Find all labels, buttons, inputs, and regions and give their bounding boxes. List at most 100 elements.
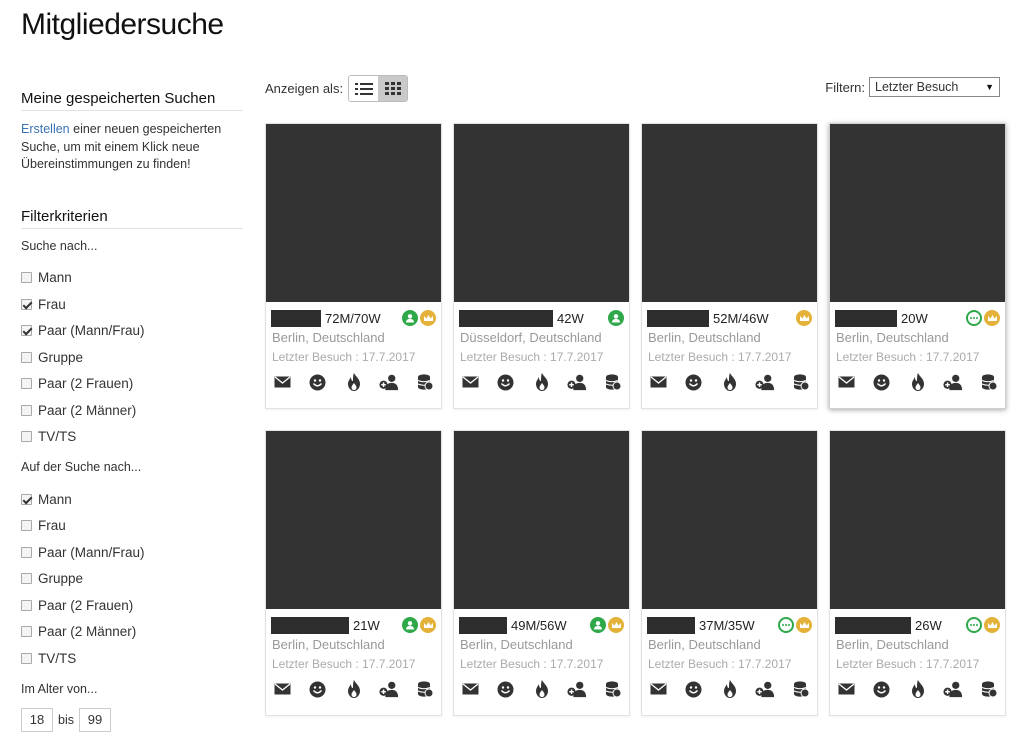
flame-icon[interactable] [720,680,740,698]
crown-icon [984,310,1000,326]
member-card[interactable]: 26W Berlin, Deutschland Letzter Besuch : 1… [829,430,1006,716]
checkbox-row[interactable]: Frau [21,513,243,540]
checkbox[interactable] [21,652,32,664]
mail-icon[interactable] [836,373,856,391]
checkbox-row[interactable]: Mann [21,265,243,292]
flame-icon[interactable] [532,373,552,391]
grid-view-button[interactable] [378,76,408,101]
smile-icon[interactable] [684,373,704,391]
add-friend-icon[interactable] [943,680,963,698]
checkbox-row[interactable]: Paar (Mann/Frau) [21,539,243,566]
redacted-username[interactable] [459,309,553,327]
mail-icon[interactable] [272,373,292,391]
checkbox[interactable] [21,493,32,505]
checkbox-row[interactable]: TV/TS [21,424,243,451]
checkbox-row[interactable]: Paar (2 Frauen) [21,371,243,398]
smile-icon[interactable] [872,680,892,698]
member-photo[interactable] [642,431,817,609]
member-card[interactable]: 52M/46W Berlin, Deutschland Letzter Besuch… [641,123,818,409]
checkbox[interactable] [21,378,32,390]
member-card[interactable]: 21W Berlin, Deutschland Letzter Besuch : 1… [265,430,442,716]
coins-icon[interactable] [603,680,623,698]
member-photo[interactable] [642,124,817,302]
mail-icon[interactable] [272,680,292,698]
add-friend-icon[interactable] [755,680,775,698]
member-photo[interactable] [454,124,629,302]
coins-icon[interactable] [791,373,811,391]
flame-icon[interactable] [532,680,552,698]
checkbox-row[interactable]: Gruppe [21,566,243,593]
flame-icon[interactable] [720,373,740,391]
list-view-button[interactable] [349,76,379,101]
flame-icon[interactable] [344,373,364,391]
flame-icon[interactable] [908,373,928,391]
smile-icon[interactable] [308,373,328,391]
redacted-username[interactable] [459,616,507,634]
redacted-username[interactable] [271,309,321,327]
checkbox-row[interactable]: Paar (2 Männer) [21,397,243,424]
checkbox[interactable] [21,325,32,337]
member-card[interactable]: 49M/56W Berlin, Deutschland Letzter Besuch… [453,430,630,716]
member-name-line: 20W [835,309,1000,327]
flame-icon[interactable] [908,680,928,698]
member-photo[interactable] [266,124,441,302]
checkbox-row[interactable]: Paar (Mann/Frau) [21,318,243,345]
add-friend-icon[interactable] [755,373,775,391]
age-from-input[interactable]: 18 [21,707,53,732]
checkbox-row[interactable]: Paar (2 Frauen) [21,592,243,619]
checkbox[interactable] [21,404,32,416]
checkbox-row[interactable]: Gruppe [21,344,243,371]
checkbox[interactable] [21,520,32,532]
member-photo[interactable] [830,431,1005,609]
member-card[interactable]: 42W Düsseldorf, Deutschland Letzter Besuch… [453,123,630,409]
checkbox[interactable] [21,599,32,611]
checkbox-row[interactable]: TV/TS [21,645,243,672]
coins-icon[interactable] [979,680,999,698]
coins-icon[interactable] [979,373,999,391]
coins-icon[interactable] [415,373,435,391]
checkbox[interactable] [21,298,32,310]
add-friend-icon[interactable] [567,373,587,391]
age-to-input[interactable]: 99 [78,707,111,732]
redacted-username[interactable] [835,616,911,634]
checkbox-row[interactable]: Frau [21,291,243,318]
redacted-username[interactable] [835,309,897,327]
redacted-username[interactable] [271,616,349,634]
mail-icon[interactable] [460,373,480,391]
coins-icon[interactable] [791,680,811,698]
member-card[interactable]: 72M/70W Berlin, Deutschland Letzter Besuch… [265,123,442,409]
member-photo[interactable] [830,124,1005,302]
member-card[interactable]: 37M/35W Berlin, Deutschland Letzter Besuch… [641,430,818,716]
checkbox[interactable] [21,351,32,363]
checkbox[interactable] [21,272,32,284]
smile-icon[interactable] [684,680,704,698]
redacted-username[interactable] [647,309,709,327]
redacted-username[interactable] [647,616,695,634]
checkbox-row[interactable]: Mann [21,486,243,513]
checkbox-row[interactable]: Paar (2 Männer) [21,619,243,646]
checkbox[interactable] [21,546,32,558]
add-friend-icon[interactable] [379,680,399,698]
smile-icon[interactable] [308,680,328,698]
mail-icon[interactable] [648,680,668,698]
add-friend-icon[interactable] [567,680,587,698]
mail-icon[interactable] [836,680,856,698]
member-photo[interactable] [454,431,629,609]
checkbox[interactable] [21,573,32,585]
mail-icon[interactable] [460,680,480,698]
add-friend-icon[interactable] [943,373,963,391]
create-saved-search-link[interactable]: Erstellen [21,122,70,136]
smile-icon[interactable] [496,680,516,698]
smile-icon[interactable] [496,373,516,391]
add-friend-icon[interactable] [379,373,399,391]
member-card[interactable]: 20W Berlin, Deutschland Letzter Besuch : 1… [829,123,1006,409]
member-photo[interactable] [266,431,441,609]
filter-select[interactable]: Letzter Besuch ▼ [869,77,1000,97]
coins-icon[interactable] [603,373,623,391]
flame-icon[interactable] [344,680,364,698]
checkbox[interactable] [21,626,32,638]
smile-icon[interactable] [872,373,892,391]
coins-icon[interactable] [415,680,435,698]
mail-icon[interactable] [648,373,668,391]
checkbox[interactable] [21,431,32,443]
